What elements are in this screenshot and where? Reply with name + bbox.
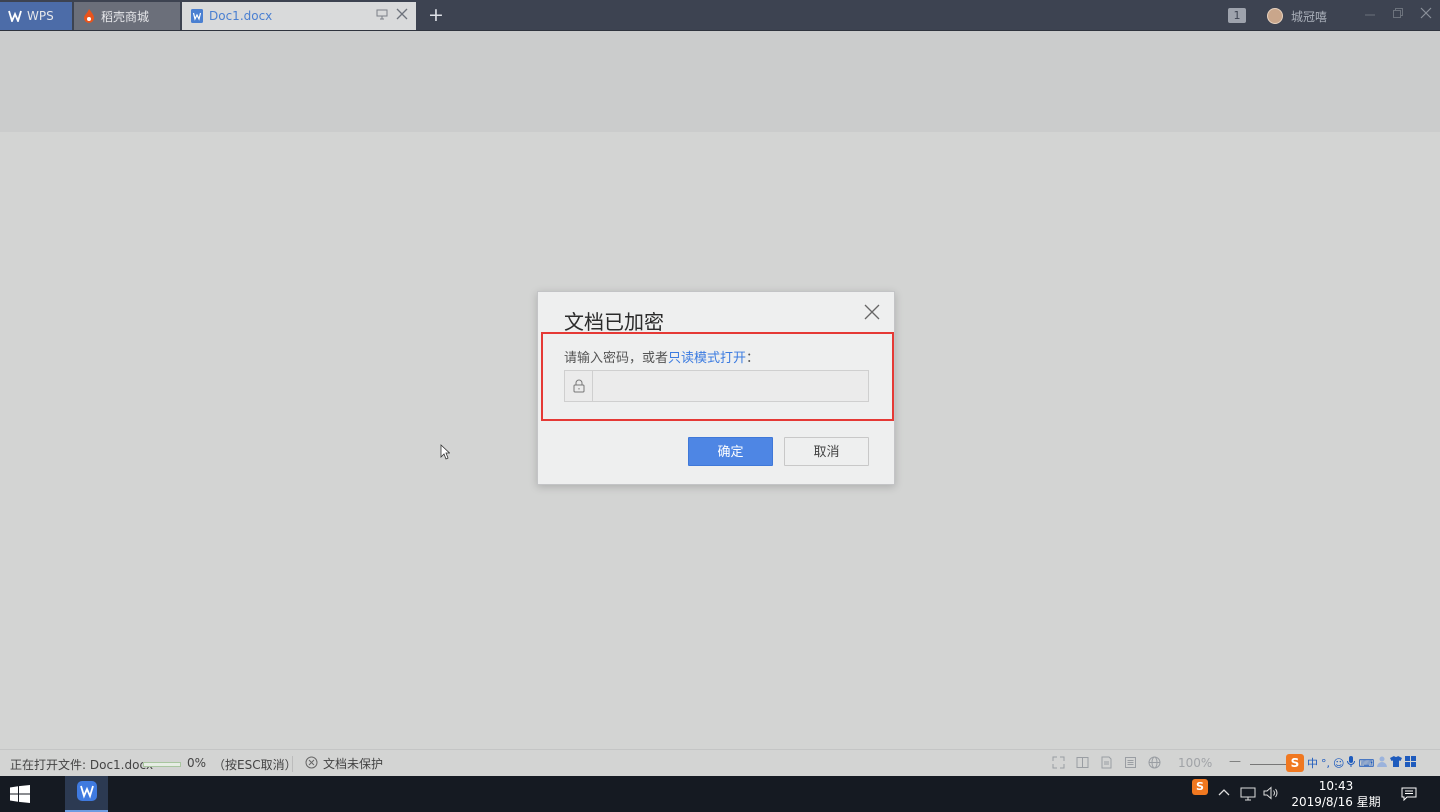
minimize-icon[interactable] bbox=[1362, 7, 1378, 23]
opening-file-status: 正在打开文件: Doc1.docx bbox=[10, 758, 154, 772]
windows-start-icon[interactable] bbox=[10, 785, 30, 803]
clock-date: 2019/8/16 星期五 bbox=[1291, 795, 1381, 812]
tab-wps-home[interactable]: WPS bbox=[0, 2, 72, 30]
taskbar-wps-app[interactable] bbox=[65, 776, 108, 812]
lock-icon bbox=[565, 371, 593, 401]
pin-window-icon[interactable] bbox=[376, 8, 388, 24]
web-view-icon[interactable] bbox=[1147, 755, 1162, 770]
cancel-button[interactable]: 取消 bbox=[784, 437, 869, 466]
windows-taskbar: S 10:43 2019/8/16 星期五 bbox=[0, 776, 1440, 812]
zoom-out-icon[interactable]: — bbox=[1229, 754, 1241, 768]
outline-view-icon[interactable] bbox=[1123, 755, 1138, 770]
restore-icon[interactable] bbox=[1390, 7, 1406, 23]
tab-doc-label: Doc1.docx bbox=[209, 9, 273, 23]
toolbar-area bbox=[0, 31, 1440, 132]
prompt-colon: ： bbox=[746, 351, 760, 366]
unprotected-icon bbox=[305, 756, 318, 772]
new-tab-button[interactable]: + bbox=[426, 4, 446, 26]
docer-flame-icon bbox=[82, 9, 96, 23]
password-prompt: 请输入密码，或者只读模式打开： bbox=[564, 347, 759, 366]
volume-icon[interactable] bbox=[1263, 786, 1279, 812]
page-view-icon[interactable] bbox=[1099, 755, 1114, 770]
open-progress-bar bbox=[143, 762, 181, 767]
esc-cancel-hint: （按ESC取消） bbox=[213, 758, 297, 772]
reading-view-icon[interactable] bbox=[1075, 755, 1090, 770]
ok-button[interactable]: 确定 bbox=[688, 437, 773, 466]
password-input[interactable] bbox=[595, 373, 865, 399]
emoji-icon[interactable]: ☺ bbox=[1333, 757, 1344, 770]
close-tab-icon[interactable] bbox=[396, 8, 408, 24]
password-field[interactable] bbox=[564, 370, 869, 402]
zoom-level[interactable]: 100% bbox=[1178, 756, 1212, 770]
document-protection-status[interactable]: 文档未保护 bbox=[305, 755, 383, 772]
user-avatar[interactable] bbox=[1267, 8, 1283, 24]
prompt-text: 请输入密码，或者 bbox=[564, 351, 669, 366]
dialog-title: 文档已加密 bbox=[564, 310, 664, 334]
status-bar: 正在打开文件: Doc1.docx 0% （按ESC取消） 文档未保护 100%… bbox=[0, 749, 1440, 776]
ime-punct-label[interactable]: °, bbox=[1321, 757, 1330, 770]
username-label[interactable]: 城冠嘻 bbox=[1291, 8, 1327, 25]
ime-mode-label[interactable]: 中 bbox=[1307, 755, 1318, 771]
zoom-slider[interactable] bbox=[1250, 764, 1290, 765]
window-count-badge[interactable]: 1 bbox=[1228, 8, 1246, 23]
wps-app-icon bbox=[76, 780, 98, 806]
sogou-logo-icon[interactable]: S bbox=[1286, 754, 1304, 772]
read-only-open-link[interactable]: 只读模式打开 bbox=[668, 351, 746, 366]
tab-store-label: 稻壳商城 bbox=[101, 9, 150, 24]
toolbox-grid-icon[interactable] bbox=[1405, 756, 1417, 770]
tab-docer-store[interactable]: 稻壳商城 bbox=[74, 2, 180, 30]
user-skin-icon[interactable] bbox=[1377, 756, 1388, 770]
sogou-ime-toolbar: S 中 °, ☺ ⌨ bbox=[1286, 753, 1417, 773]
close-window-icon[interactable] bbox=[1418, 7, 1434, 23]
protection-label: 文档未保护 bbox=[323, 757, 384, 771]
clock-time: 10:43 bbox=[1318, 779, 1354, 793]
encrypted-document-dialog: 文档已加密 请输入密码，或者只读模式打开： 确定 取消 bbox=[537, 291, 895, 485]
sogou-tray-icon[interactable]: S bbox=[1192, 779, 1208, 795]
action-center-icon[interactable] bbox=[1401, 786, 1417, 802]
fullscreen-icon[interactable] bbox=[1051, 755, 1066, 770]
network-icon[interactable] bbox=[1240, 786, 1258, 812]
shirt-skin-icon[interactable] bbox=[1390, 756, 1403, 770]
wps-logo-icon bbox=[8, 9, 22, 23]
tab-wps-label: WPS bbox=[27, 9, 54, 23]
status-divider bbox=[292, 756, 293, 772]
show-hidden-icons-chevron-icon[interactable] bbox=[1218, 786, 1230, 812]
progress-percent: 0% bbox=[187, 756, 207, 770]
tab-doc1[interactable]: Doc1.docx bbox=[182, 2, 416, 30]
system-clock[interactable]: 10:43 2019/8/16 星期五 bbox=[1286, 778, 1386, 812]
microphone-icon[interactable] bbox=[1347, 755, 1356, 771]
title-tab-bar: WPS 稻壳商城 Doc1.docx + 1 城冠嘻 bbox=[0, 0, 1440, 31]
keyboard-icon[interactable]: ⌨ bbox=[1358, 757, 1374, 770]
word-doc-icon bbox=[190, 9, 204, 23]
dialog-close-icon[interactable] bbox=[860, 300, 884, 324]
